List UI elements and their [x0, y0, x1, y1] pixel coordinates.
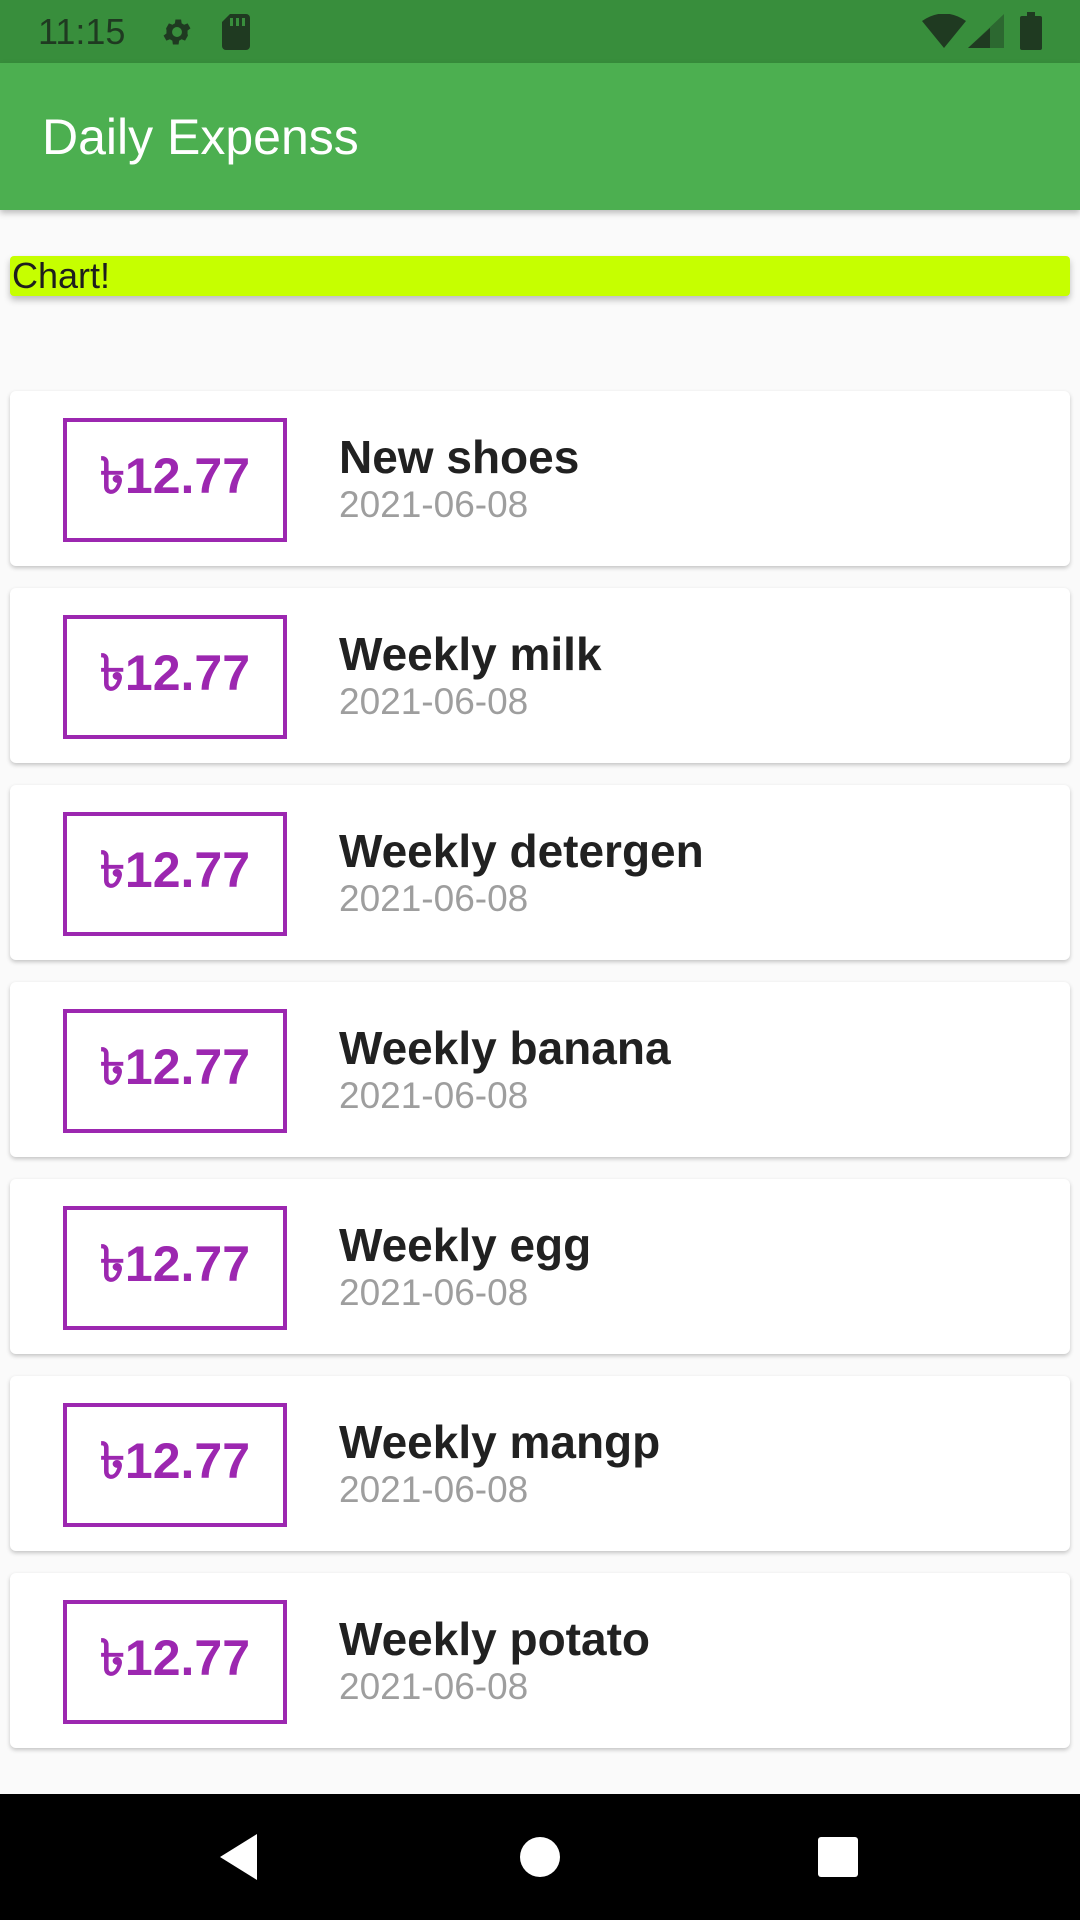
status-time: 11:15	[38, 11, 126, 52]
wifi-icon	[922, 14, 966, 48]
home-icon[interactable]	[505, 1822, 575, 1892]
list-item[interactable]: ৳12.77 Weekly mangp 2021-06-08	[10, 1376, 1070, 1551]
amount-text: ৳12.77	[99, 447, 251, 504]
amount-text: ৳12.77	[99, 841, 251, 898]
item-title: Weekly mangp	[339, 1416, 661, 1468]
amount-text: ৳12.77	[99, 1235, 251, 1292]
list-item[interactable]: ৳12.77 Weekly potato 2021-06-08	[10, 1573, 1070, 1748]
item-date: 2021-06-08	[339, 681, 529, 722]
item-date: 2021-06-08	[339, 878, 529, 919]
amount-text: ৳12.77	[99, 1432, 251, 1489]
list-item[interactable]: ৳12.77 Weekly banana 2021-06-08	[10, 982, 1070, 1157]
item-title: New shoes	[339, 431, 580, 483]
amount-text: ৳12.77	[99, 644, 251, 701]
item-date: 2021-06-08	[339, 1075, 529, 1116]
list-item[interactable]: ৳12.77 Weekly detergen 2021-06-08	[10, 785, 1070, 960]
chart-label: Chart!	[12, 255, 111, 296]
item-date: 2021-06-08	[339, 1272, 529, 1313]
item-title: Weekly potato	[339, 1613, 650, 1665]
battery-icon	[1020, 12, 1042, 50]
amount-badge: ৳12.77	[63, 1600, 287, 1724]
item-date: 2021-06-08	[339, 484, 529, 525]
status-bar: 11:15	[0, 0, 1080, 63]
list-item[interactable]: ৳12.77 Weekly egg 2021-06-08	[10, 1179, 1070, 1354]
transaction-list: ৳12.77 New shoes 2021-06-08 ৳12.77 Weekl…	[10, 391, 1070, 1770]
amount-badge: ৳12.77	[63, 1206, 287, 1330]
amount-badge: ৳12.77	[63, 418, 287, 542]
item-title: Weekly egg	[339, 1219, 592, 1271]
signal-icon	[968, 14, 1004, 48]
gear-icon	[163, 19, 191, 45]
item-title: Weekly detergen	[339, 825, 704, 877]
amount-badge: ৳12.77	[63, 812, 287, 936]
chart-card: Chart!	[10, 256, 1070, 296]
amount-text: ৳12.77	[99, 1629, 251, 1686]
item-title: Weekly banana	[339, 1022, 671, 1074]
navigation-bar	[0, 1794, 1080, 1920]
sd-card-icon	[222, 14, 250, 50]
amount-text: ৳12.77	[99, 1038, 251, 1095]
amount-badge: ৳12.77	[63, 615, 287, 739]
recents-icon[interactable]	[803, 1822, 873, 1892]
item-title: Weekly milk	[339, 628, 602, 680]
item-date: 2021-06-08	[339, 1666, 529, 1707]
list-item[interactable]: ৳12.77 New shoes 2021-06-08	[10, 391, 1070, 566]
back-icon[interactable]	[205, 1822, 275, 1892]
item-date: 2021-06-08	[339, 1469, 529, 1510]
amount-badge: ৳12.77	[63, 1009, 287, 1133]
list-item[interactable]: ৳12.77 Weekly milk 2021-06-08	[10, 588, 1070, 763]
app-title: Daily Expenss	[42, 109, 359, 165]
app-bar: Daily Expenss	[0, 63, 1080, 210]
amount-badge: ৳12.77	[63, 1403, 287, 1527]
